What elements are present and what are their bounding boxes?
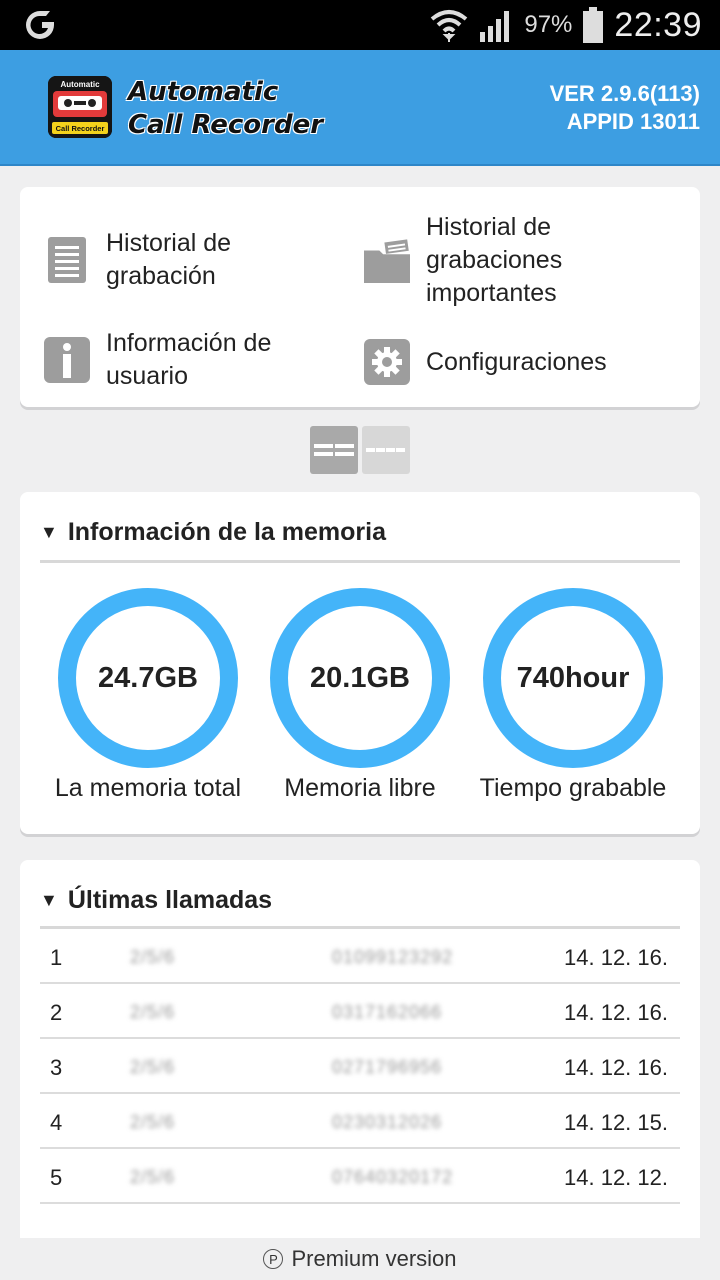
recordable-time-ring: 740hour (483, 588, 663, 768)
menu-item-important-history[interactable]: Historial de grabaciones importantes (364, 211, 562, 310)
appid-text: APPID 13011 (566, 109, 700, 134)
battery-percent: 97% (524, 11, 573, 38)
recent-calls-card: ▼ Últimas llamadas 1 2/5/6 01099123292 1… (20, 860, 700, 1240)
call-row[interactable]: 5 2/5/6 07640320172 14. 12. 12. (40, 1149, 680, 1204)
call-contact-name: 2/5/6 (130, 1057, 176, 1077)
gear-icon (364, 339, 410, 385)
menu-item-recording-history[interactable]: Historial de grabación (44, 227, 231, 293)
info-icon (44, 337, 90, 383)
memory-total-value: 24.7GB (98, 661, 198, 694)
version-text: VER 2.9.6(113) (549, 81, 700, 106)
call-phone-number: 07640320172 (332, 1167, 454, 1187)
memory-total-label: La memoria total (54, 774, 242, 802)
status-bar: 97% 22:39 (0, 0, 720, 50)
app-title-line1: Automatic (128, 77, 279, 107)
call-date: 14. 12. 15. (564, 1110, 668, 1135)
call-row[interactable]: 2 2/5/6 0317162066 14. 12. 16. (40, 984, 680, 1039)
menu-item-label: Información de usuario (106, 329, 272, 390)
recordable-time-label: Tiempo grabable (479, 774, 667, 802)
call-index: 3 (50, 1055, 63, 1080)
call-contact-name: 2/5/6 (130, 1112, 176, 1132)
premium-p-icon: P (263, 1249, 284, 1269)
divider (40, 560, 680, 563)
memory-card: ▼ Información de la memoria 24.7GB La me… (20, 492, 700, 834)
call-contact-name: 2/5/6 (130, 1002, 176, 1022)
memory-section-header[interactable]: ▼ Información de la memoria (40, 518, 386, 547)
menu-item-settings[interactable]: Configuraciones (364, 339, 607, 385)
menu-item-label: Historial de grabaciones importantes (426, 213, 563, 307)
collapse-triangle-icon: ▼ (40, 890, 58, 910)
premium-version-footer[interactable]: P Premium version (0, 1238, 720, 1280)
call-phone-number: 0271796956 (332, 1057, 443, 1077)
call-index: 5 (50, 1165, 63, 1190)
call-index: 2 (50, 1000, 63, 1025)
carrier-icon (26, 11, 54, 39)
menu-item-label: Historial de grabación (106, 229, 232, 290)
app-title-line2: Call Recorder (128, 110, 324, 140)
menu-item-user-info[interactable]: Información de usuario (44, 327, 271, 393)
call-index: 4 (50, 1110, 63, 1135)
calls-table: 1 2/5/6 01099123292 14. 12. 16. 2 2/5/6 … (40, 929, 680, 1204)
call-phone-number: 0230312026 (332, 1112, 443, 1132)
calls-section-title: Últimas llamadas (67, 886, 273, 914)
folder-icon (364, 238, 410, 284)
menu-item-label: Configuraciones (426, 347, 607, 376)
calls-section-header[interactable]: ▼ Últimas llamadas (40, 886, 272, 915)
logo-text-top: Automatic (60, 80, 100, 89)
memory-free-label: Memoria libre (284, 774, 436, 802)
call-row[interactable]: 4 2/5/6 0230312026 14. 12. 15. (40, 1094, 680, 1149)
call-contact-name: 2/5/6 (130, 1167, 176, 1187)
call-index: 1 (50, 945, 63, 970)
signal-icon (480, 11, 510, 42)
memory-section-title: Información de la memoria (67, 518, 386, 546)
list-view-button[interactable] (362, 426, 410, 474)
wifi-icon (431, 10, 468, 42)
list-icon (44, 237, 90, 283)
call-date: 14. 12. 16. (564, 1000, 668, 1025)
call-phone-number: 01099123292 (332, 947, 454, 967)
memory-free-ring: 20.1GB (270, 588, 450, 768)
app-logo: Automatic Call Recorder (48, 76, 112, 138)
call-contact-name: 2/5/6 (130, 947, 176, 967)
app-title: Automatic Call Recorder (128, 76, 323, 142)
collapse-triangle-icon: ▼ (40, 522, 58, 542)
grid-view-button[interactable] (310, 426, 358, 474)
menu-card: Historial de grabación Historial de grab… (20, 187, 700, 407)
call-row[interactable]: 3 2/5/6 0271796956 14. 12. 16. (40, 1039, 680, 1094)
battery-icon (583, 7, 604, 43)
logo-text-bottom: Call Recorder (56, 124, 105, 133)
app-version: VER 2.9.6(113) APPID 13011 (550, 80, 700, 136)
call-date: 14. 12. 16. (564, 1055, 668, 1080)
app-header: Automatic Call Recorder Automatic Call R… (0, 50, 720, 166)
memory-free-value: 20.1GB (310, 661, 410, 694)
call-date: 14. 12. 16. (564, 945, 668, 970)
layout-toggle (310, 426, 410, 474)
recordable-time-value: 740hour (516, 661, 630, 694)
premium-version-label: Premium version (291, 1246, 457, 1271)
call-phone-number: 0317162066 (332, 1002, 443, 1022)
memory-total-ring: 24.7GB (58, 588, 238, 768)
status-time: 22:39 (614, 5, 702, 44)
call-date: 14. 12. 12. (564, 1165, 668, 1190)
call-row[interactable]: 1 2/5/6 01099123292 14. 12. 16. (40, 929, 680, 984)
